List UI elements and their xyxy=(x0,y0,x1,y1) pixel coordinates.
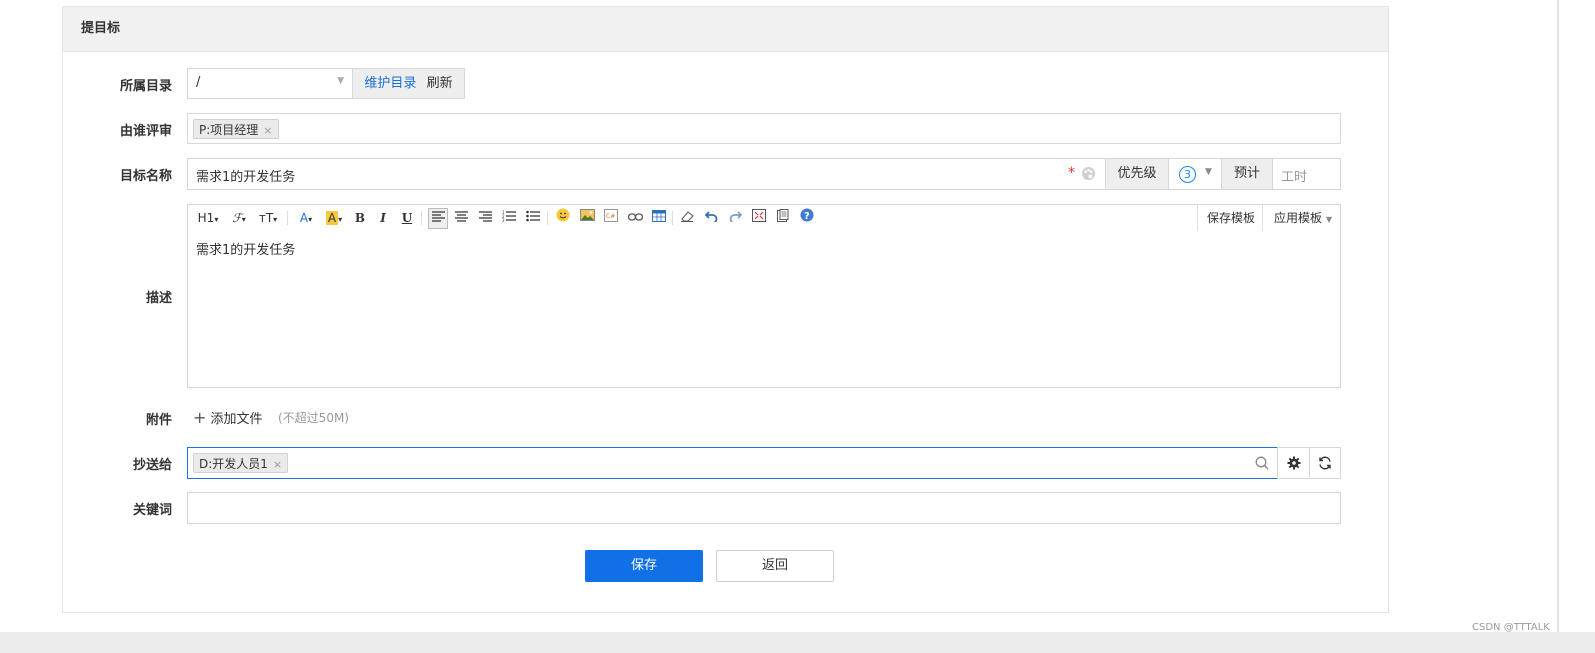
keywords-input[interactable] xyxy=(187,492,1341,524)
cc-tag[interactable]: D:开发人员1 × xyxy=(193,453,289,473)
search-icon[interactable] xyxy=(1255,456,1269,474)
plus-icon: + xyxy=(193,408,207,427)
align-right-icon[interactable] xyxy=(476,205,494,231)
goal-name-input[interactable]: 需求1的开发任务 * xyxy=(187,158,1106,190)
help-icon[interactable]: ? xyxy=(798,205,816,231)
cc-refresh-button[interactable] xyxy=(1309,447,1341,479)
maintain-directory-link[interactable]: 维护目录 xyxy=(364,76,416,91)
underline-button[interactable]: U xyxy=(398,205,416,231)
save-button[interactable]: 保存 xyxy=(585,550,703,582)
goal-name-label: 目标名称 xyxy=(119,169,172,184)
reviewer-label: 由谁评审 xyxy=(119,124,172,139)
add-file-button[interactable]: + 添加文件 xyxy=(193,408,263,427)
toolbar-separator xyxy=(287,211,288,225)
image-icon[interactable] xyxy=(578,205,596,231)
estimate-label: 预计 xyxy=(1221,158,1273,190)
palette-icon[interactable] xyxy=(1081,166,1097,182)
panel-title: 提目标 xyxy=(63,7,1388,52)
attachment-label: 附件 xyxy=(145,413,172,428)
paste-icon[interactable] xyxy=(774,205,792,231)
priority-select[interactable]: 3 ▼ xyxy=(1168,158,1222,190)
align-left-icon[interactable] xyxy=(428,208,448,229)
chevron-down-icon: ▼ xyxy=(1205,167,1212,177)
bold-button[interactable]: B xyxy=(351,205,369,231)
attachment-hint: (不超过50M) xyxy=(278,411,349,425)
description-label: 描述 xyxy=(145,291,172,306)
reviewer-input[interactable]: P:项目经理 × xyxy=(187,113,1341,144)
code-icon[interactable]: C# xyxy=(602,205,620,231)
undo-icon[interactable] xyxy=(702,205,720,231)
toolbar-separator xyxy=(1262,205,1263,231)
link-icon[interactable] xyxy=(626,205,644,231)
refresh-directory-link[interactable]: 刷新 xyxy=(427,76,453,91)
font-size-button[interactable]: ᴛT▾ xyxy=(256,205,280,231)
emoji-icon[interactable] xyxy=(554,205,572,231)
priority-label: 优先级 xyxy=(1105,158,1169,190)
keywords-label: 关键词 xyxy=(132,503,172,518)
description-content: 需求1的开发任务 xyxy=(196,243,296,258)
required-mark: * xyxy=(1068,165,1075,181)
toolbar-separator xyxy=(672,211,673,225)
reviewer-tag-label: P:项目经理 xyxy=(199,123,259,137)
back-button[interactable]: 返回 xyxy=(716,550,834,582)
toolbar-separator xyxy=(421,211,422,225)
chevron-down-icon: ▼ xyxy=(337,76,344,86)
save-template-button[interactable]: 保存模板 xyxy=(1200,205,1262,231)
svg-text:?: ? xyxy=(804,211,810,222)
cc-label: 抄送给 xyxy=(132,458,172,473)
background-color-button[interactable]: A ▾ xyxy=(322,205,346,231)
cc-input[interactable]: D:开发人员1 × xyxy=(187,447,1278,479)
svg-text:C#: C# xyxy=(606,213,615,220)
directory-select[interactable]: / ▼ xyxy=(187,68,353,99)
italic-button[interactable]: I xyxy=(374,205,392,231)
directory-actions: 维护目录 刷新 xyxy=(352,68,465,99)
apply-template-button[interactable]: 应用模板 ▼ xyxy=(1268,205,1338,231)
unordered-list-icon[interactable] xyxy=(524,205,542,231)
editor-toolbar: H1▾ ℱ▾ ᴛT▾ A▾ A ▾ B I U 123 C# ? 保存模板 应用… xyxy=(187,204,1341,232)
cc-tag-label: D:开发人员1 xyxy=(199,457,268,471)
priority-value: 3 xyxy=(1179,166,1196,183)
bottom-band xyxy=(0,632,1595,653)
remove-tag-icon[interactable]: × xyxy=(263,124,272,137)
redo-icon[interactable] xyxy=(726,205,744,231)
ordered-list-icon[interactable]: 123 xyxy=(500,205,518,231)
goal-name-value: 需求1的开发任务 xyxy=(196,170,296,185)
add-file-label: 添加文件 xyxy=(210,412,263,427)
reviewer-tag[interactable]: P:项目经理 × xyxy=(193,119,279,139)
table-icon[interactable] xyxy=(650,205,668,231)
fullscreen-icon[interactable] xyxy=(750,205,768,231)
heading-button[interactable]: H1▾ xyxy=(196,205,220,231)
directory-label: 所属目录 xyxy=(119,79,172,94)
remove-tag-icon[interactable]: × xyxy=(273,458,282,471)
cc-settings-button[interactable] xyxy=(1277,447,1310,479)
refresh-icon xyxy=(1318,456,1332,474)
scrollbar-track xyxy=(1557,0,1559,632)
toolbar-separator xyxy=(547,211,548,225)
description-editor[interactable]: 需求1的开发任务 xyxy=(187,231,1341,388)
font-color-button[interactable]: A▾ xyxy=(295,205,317,231)
eraser-icon[interactable] xyxy=(678,205,696,231)
toolbar-separator xyxy=(1197,205,1198,231)
hours-input[interactable]: 工时 xyxy=(1272,158,1341,190)
align-center-icon[interactable] xyxy=(452,205,470,231)
directory-value: / xyxy=(196,75,201,90)
font-family-button[interactable]: ℱ▾ xyxy=(228,205,250,231)
hours-placeholder: 工时 xyxy=(1281,170,1308,185)
svg-text:3: 3 xyxy=(502,218,505,222)
watermark: CSDN @TTTALK xyxy=(1472,622,1550,633)
gear-icon xyxy=(1287,456,1301,474)
